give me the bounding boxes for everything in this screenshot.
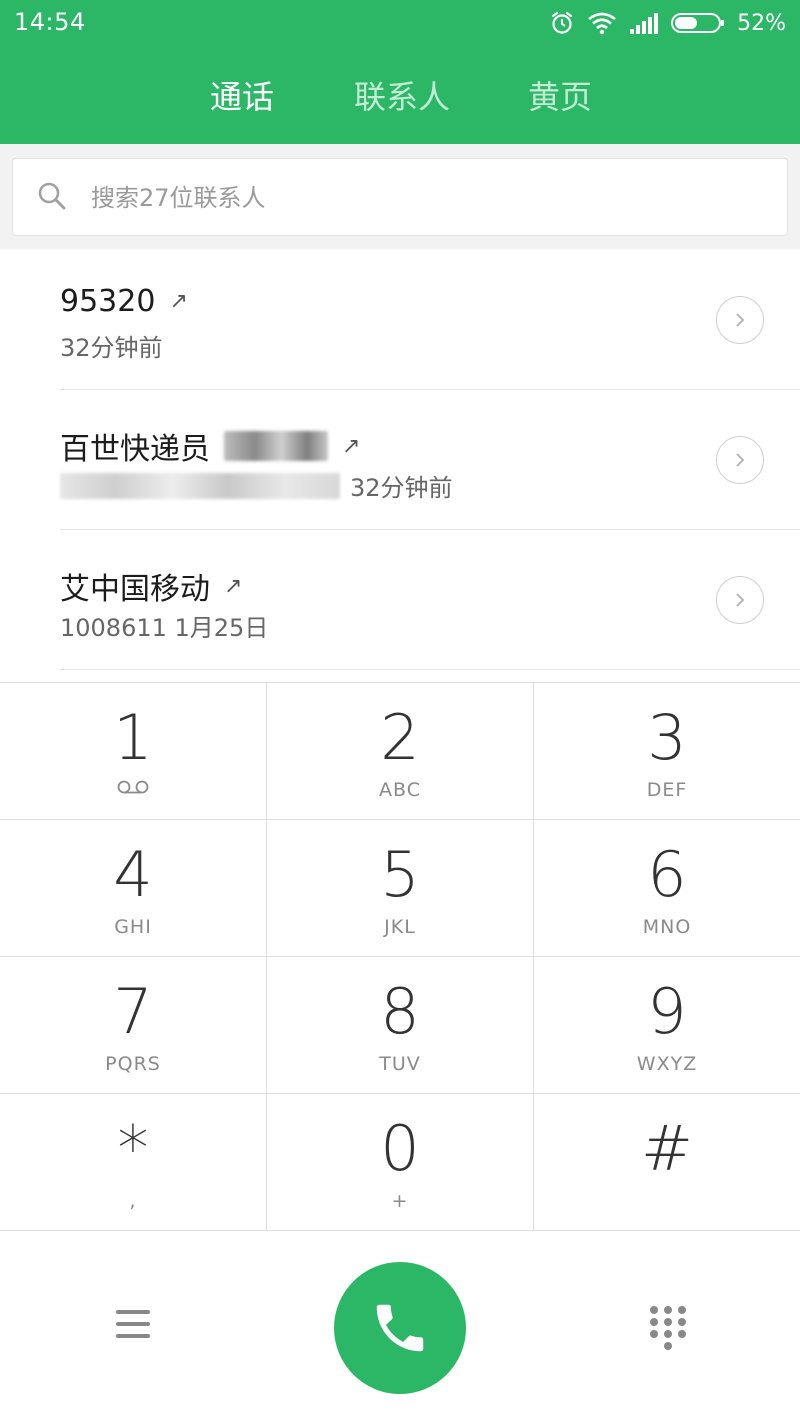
call-detail-button[interactable] [716,296,764,344]
call-log-item[interactable]: 95320 ↗ 32分钟前 [0,250,800,390]
chevron-right-icon [736,453,745,467]
battery-icon [671,11,725,35]
caller-name: 百世快递员 [60,432,210,467]
status-time: 14:54 [14,8,86,36]
call-log-item[interactable]: 百世快递员 ↗ 32分钟前 [0,390,800,530]
search-area [0,144,800,249]
tab-contacts[interactable]: 联系人 [354,72,450,118]
tab-bar: 通话 联系人 黄页 [0,72,800,120]
wifi-icon [587,11,617,35]
dial-key-6[interactable]: 6 MNO [534,820,800,957]
dial-key-hash[interactable]: # [534,1094,800,1231]
call-log: 95320 ↗ 32分钟前 百世快递员 ↗ 32分钟前 艾中国移动 ↗ 1008… [0,250,800,670]
dialpad-toggle-icon[interactable] [648,1304,688,1354]
menu-icon[interactable] [112,1304,156,1344]
voicemail-icon [0,779,266,795]
dial-key-4[interactable]: 4 GHI [0,820,267,957]
dial-key-star[interactable]: * , [0,1094,267,1231]
dialpad: 1 2 ABC 3 DEF 4 GHI 5 JKL 6 MNO 7 PQRS 8… [0,682,800,1232]
search-icon [37,181,67,215]
search-box[interactable] [12,158,788,236]
alarm-icon [549,10,575,36]
redacted-number [60,472,340,499]
call-detail-button[interactable] [716,436,764,484]
call-time: 32分钟前 [60,334,163,362]
caller-name: 95320 [60,284,156,319]
dial-key-1[interactable]: 1 [0,683,267,820]
signal-icon [629,11,659,35]
dial-key-3[interactable]: 3 DEF [534,683,800,820]
dial-key-5[interactable]: 5 JKL [267,820,534,957]
call-detail-button[interactable] [716,576,764,624]
call-number-date: 1008611 1月25日 [60,614,269,642]
status-icons: 52% [549,8,786,38]
tab-yellow-pages[interactable]: 黄页 [528,72,592,118]
call-button[interactable] [334,1262,466,1394]
battery-percent: 52% [737,10,786,36]
call-log-item[interactable]: 艾中国移动 ↗ 1008611 1月25日 [0,530,800,670]
search-input[interactable] [91,179,751,217]
app-header: 14:54 52% 通话 联系人 黄页 [0,0,800,144]
phone-icon [376,1304,424,1352]
chevron-right-icon [736,593,745,607]
caller-name: 艾中国移动 [60,572,210,607]
dial-key-9[interactable]: 9 WXYZ [534,957,800,1094]
outgoing-call-icon: ↗ [342,433,361,459]
dial-key-0[interactable]: 0 + [267,1094,534,1231]
dial-key-2[interactable]: 2 ABC [267,683,534,820]
dial-key-8[interactable]: 8 TUV [267,957,534,1094]
call-time: 32分钟前 [350,474,453,502]
status-bar: 14:54 52% [0,0,800,46]
dial-key-7[interactable]: 7 PQRS [0,957,267,1094]
outgoing-call-icon: ↗ [169,289,188,314]
tab-calls[interactable]: 通话 [210,72,274,118]
outgoing-call-icon: ↗ [224,573,243,599]
bottom-actions [0,1232,800,1423]
redacted-name [224,431,328,461]
chevron-right-icon [736,313,745,327]
divider [60,669,800,670]
